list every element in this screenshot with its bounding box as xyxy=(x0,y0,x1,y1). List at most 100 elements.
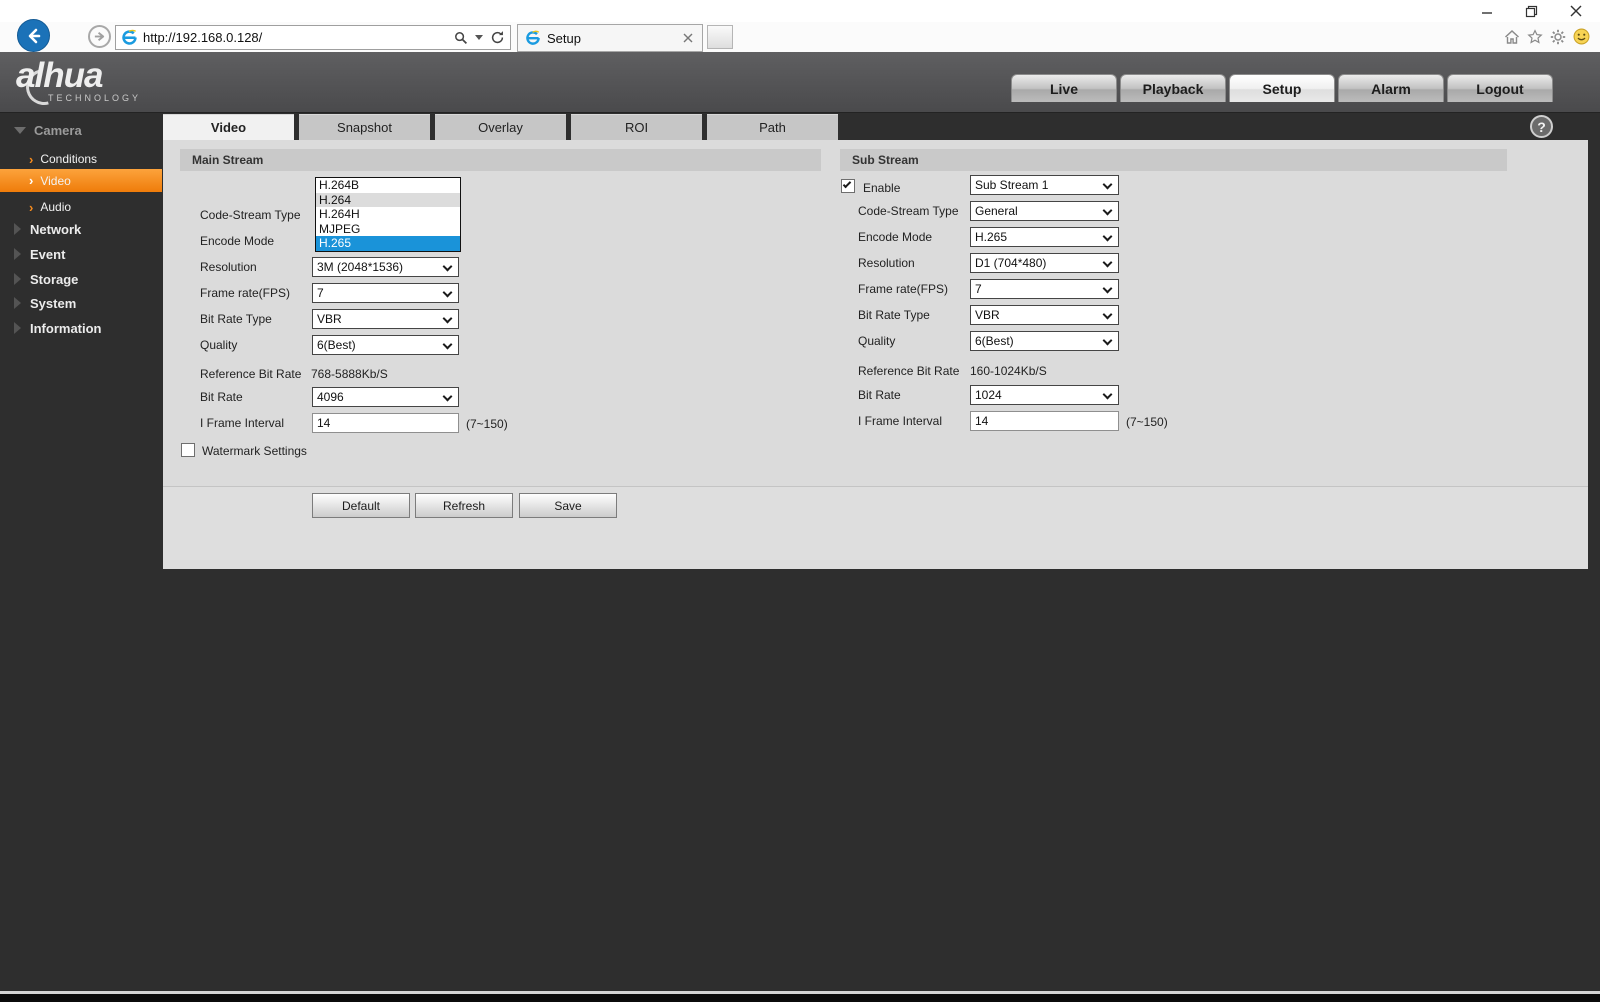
forward-button[interactable] xyxy=(88,25,111,48)
chevron-down-icon xyxy=(1103,232,1113,242)
new-tab-button[interactable] xyxy=(707,25,733,49)
bit-rate-type-select[interactable]: VBR xyxy=(312,309,459,329)
sidebar-video-label: Video xyxy=(40,174,70,188)
tab-roi[interactable]: ROI xyxy=(571,114,702,140)
enable-checkbox[interactable] xyxy=(841,179,855,193)
tab-path[interactable]: Path xyxy=(707,114,838,140)
dropdown-option[interactable]: H.264H xyxy=(316,207,460,222)
sidebar-item-storage[interactable]: Storage xyxy=(0,269,162,289)
quality-select[interactable]: 6(Best) xyxy=(312,335,459,355)
tab-video[interactable]: Video xyxy=(163,114,294,140)
chevron-down-icon xyxy=(1103,258,1113,268)
chevron-down-icon xyxy=(1103,390,1113,400)
chevron-down-icon xyxy=(443,340,453,350)
url-text[interactable]: http://192.168.0.128/ xyxy=(143,30,262,45)
back-button[interactable] xyxy=(17,19,50,52)
favorites-star-icon[interactable] xyxy=(1527,29,1543,45)
minimize-button[interactable] xyxy=(1472,2,1502,20)
restore-button[interactable] xyxy=(1516,2,1546,20)
quality-value: 6(Best) xyxy=(317,338,356,352)
frame-rate-select[interactable]: 7 xyxy=(312,283,459,303)
triangle-collapsed-icon xyxy=(14,248,21,260)
tab-snapshot[interactable]: Snapshot xyxy=(299,114,430,140)
default-button[interactable]: Default xyxy=(312,493,410,518)
dropdown-option[interactable]: H.264 xyxy=(316,193,460,208)
sidebar-item-conditions[interactable]: › Conditions xyxy=(0,149,162,169)
sidebar-conditions-label: Conditions xyxy=(40,152,97,166)
minimize-icon xyxy=(1481,5,1493,17)
sub-stream-select[interactable]: Sub Stream 1 xyxy=(970,175,1119,195)
watermark-label: Watermark Settings xyxy=(202,444,307,458)
nav-alarm-button[interactable]: Alarm xyxy=(1338,74,1444,102)
resolution-select[interactable]: 3M (2048*1536) xyxy=(312,257,459,277)
bit-rate-label: Bit Rate xyxy=(200,390,243,404)
quality-label: Quality xyxy=(200,338,237,352)
i-frame-interval-input[interactable] xyxy=(312,413,459,433)
main-stream-section-header: Main Stream xyxy=(180,149,821,171)
sidebar-item-video[interactable]: › Video xyxy=(0,169,162,192)
bit-rate-select[interactable]: 4096 xyxy=(312,387,459,407)
sub-quality-label: Quality xyxy=(858,334,895,348)
sidebar-item-event[interactable]: Event xyxy=(0,244,162,264)
sub-encode-mode-label: Encode Mode xyxy=(858,230,932,244)
sub-resolution-select[interactable]: D1 (704*480) xyxy=(970,253,1119,273)
sub-encode-mode-value: H.265 xyxy=(975,230,1007,244)
back-arrow-icon xyxy=(25,27,43,45)
sidebar-item-camera[interactable]: Camera xyxy=(0,120,162,140)
chevron-down-icon xyxy=(1103,284,1113,294)
home-icon[interactable] xyxy=(1504,29,1520,45)
encode-mode-label: Encode Mode xyxy=(200,234,274,248)
nav-logout-button[interactable]: Logout xyxy=(1447,74,1553,102)
sub-code-stream-type-select[interactable]: General xyxy=(970,201,1119,221)
code-stream-type-open-dropdown: H.264B H.264 H.264H MJPEG H.265 xyxy=(315,177,461,252)
sidebar-audio-label: Audio xyxy=(40,200,71,214)
sub-resolution-label: Resolution xyxy=(858,256,915,270)
chevron-right-icon: › xyxy=(29,200,33,215)
nav-live-button[interactable]: Live xyxy=(1011,74,1117,102)
sub-bit-rate-select[interactable]: 1024 xyxy=(970,385,1119,405)
sub-resolution-value: D1 (704*480) xyxy=(975,256,1046,270)
search-icon[interactable] xyxy=(454,31,468,45)
content-panel: Main Stream Sub Stream Code-Stream Type … xyxy=(163,140,1588,569)
bit-rate-value: 4096 xyxy=(317,390,344,404)
tab-close-icon[interactable] xyxy=(683,33,693,43)
close-button[interactable] xyxy=(1561,2,1591,20)
address-bar[interactable]: http://192.168.0.128/ xyxy=(115,25,511,50)
refresh-icon[interactable] xyxy=(490,30,505,45)
refresh-button[interactable]: Refresh xyxy=(415,493,513,518)
sub-quality-select[interactable]: 6(Best) xyxy=(970,331,1119,351)
save-button[interactable]: Save xyxy=(519,493,617,518)
footer-bar xyxy=(0,994,1600,1002)
logo-text: alhua xyxy=(16,56,102,96)
dropdown-option[interactable]: H.264B xyxy=(316,178,460,193)
chevron-down-icon xyxy=(1103,310,1113,320)
sub-bit-rate-type-label: Bit Rate Type xyxy=(858,308,930,322)
chevron-right-icon: › xyxy=(29,152,33,167)
sub-i-frame-interval-input[interactable] xyxy=(970,411,1119,431)
reference-bit-rate-value: 768-5888Kb/S xyxy=(311,367,388,381)
settings-gear-icon[interactable] xyxy=(1550,29,1566,45)
sub-i-frame-interval-hint: (7~150) xyxy=(1126,415,1168,429)
sidebar-item-information[interactable]: Information xyxy=(0,318,162,338)
search-options-caret-icon[interactable] xyxy=(475,35,483,40)
nav-setup-button[interactable]: Setup xyxy=(1229,74,1335,102)
sub-encode-mode-select[interactable]: H.265 xyxy=(970,227,1119,247)
chevron-right-icon: › xyxy=(29,173,33,188)
sub-bit-rate-type-select[interactable]: VBR xyxy=(970,305,1119,325)
feedback-smiley-icon[interactable] xyxy=(1573,28,1590,45)
content-tabstrip: Video Snapshot Overlay ROI Path xyxy=(163,114,838,140)
help-button[interactable]: ? xyxy=(1530,115,1553,138)
bit-rate-type-value: VBR xyxy=(317,312,342,326)
forward-arrow-icon xyxy=(93,30,106,43)
ie-page-icon xyxy=(121,29,138,46)
nav-playback-button[interactable]: Playback xyxy=(1120,74,1226,102)
watermark-checkbox[interactable] xyxy=(181,443,195,457)
sidebar-item-audio[interactable]: › Audio xyxy=(0,197,162,217)
sidebar-item-system[interactable]: System xyxy=(0,293,162,313)
browser-tab-setup[interactable]: Setup xyxy=(517,24,703,52)
dropdown-option-selected[interactable]: H.265 xyxy=(316,236,460,251)
sidebar-item-network[interactable]: Network xyxy=(0,219,162,239)
sub-frame-rate-select[interactable]: 7 xyxy=(970,279,1119,299)
tab-overlay[interactable]: Overlay xyxy=(435,114,566,140)
dropdown-option[interactable]: MJPEG xyxy=(316,222,460,237)
